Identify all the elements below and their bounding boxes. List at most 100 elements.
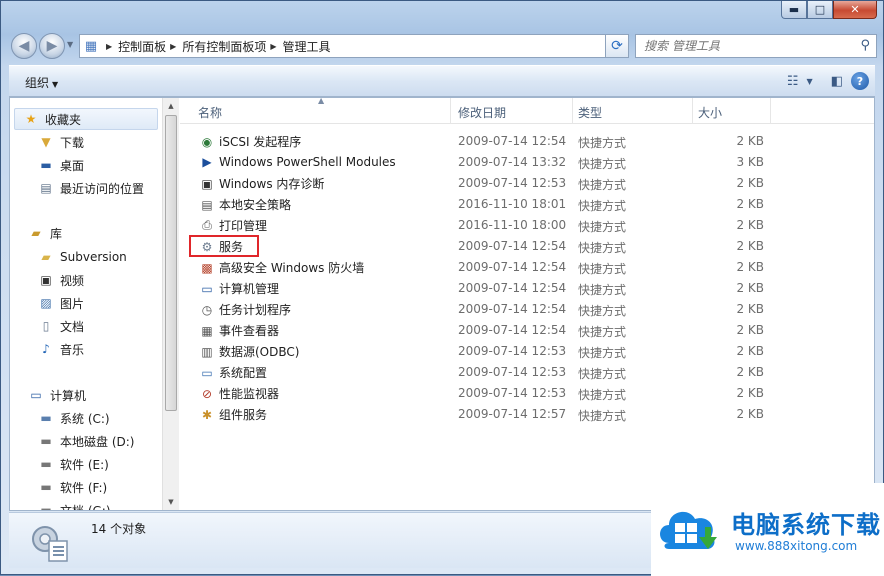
file-size: 2 KB: [736, 407, 764, 421]
search-input[interactable]: [644, 39, 844, 53]
nav-item-drive-c[interactable]: ▬ 系统 (C:): [38, 407, 109, 429]
breadcrumb-separator-icon[interactable]: ▶: [170, 42, 176, 51]
nav-item-drive-f[interactable]: ▬ 软件 (F:): [38, 476, 107, 498]
nav-item-drive-g[interactable]: ▬ 文档 (G:): [38, 499, 110, 510]
minimize-button[interactable]: ▬: [781, 1, 807, 19]
nav-item-drive-d[interactable]: ▬ 本地磁盘 (D:): [38, 430, 134, 452]
print-management-icon: ⎙: [202, 218, 212, 232]
file-name: 任务计划程序: [219, 303, 292, 317]
nav-item-label: 库: [50, 226, 63, 241]
file-date: 2016-11-10 18:01: [458, 197, 567, 211]
file-type: 快捷方式: [578, 388, 627, 402]
back-button[interactable]: ◀: [11, 33, 37, 59]
recent-pages-dropdown[interactable]: ▼: [67, 40, 73, 49]
search-box[interactable]: ⚲: [635, 34, 877, 58]
breadcrumb-separator-icon[interactable]: ▶: [106, 42, 112, 51]
column-name[interactable]: 名称: [198, 104, 222, 121]
column-type[interactable]: 类型: [578, 104, 602, 121]
caption-buttons: ▬ □ ✕: [781, 1, 877, 19]
watermark-url: www.888xitong.com: [735, 539, 858, 553]
refresh-button[interactable]: ⟳: [605, 34, 629, 58]
nav-item-label: 软件 (E:): [60, 457, 109, 472]
picture-icon: ▨: [40, 296, 52, 310]
nav-item-label: 计算机: [50, 388, 87, 403]
computer-management-icon: ▭: [201, 281, 213, 296]
view-dropdown-icon[interactable]: ▼: [807, 77, 813, 86]
iscsi-icon: ◉: [201, 134, 213, 149]
scroll-up-icon[interactable]: ▲: [163, 98, 179, 114]
breadcrumb-item[interactable]: 管理工具: [283, 38, 331, 55]
system-config-icon: ▭: [201, 365, 213, 380]
nav-item-favorites[interactable]: ★ 收藏夹: [14, 108, 158, 130]
scroll-down-icon[interactable]: ▼: [163, 494, 179, 510]
table-row[interactable]: ▭ 计算机管理 2009-07-14 12:54 快捷方式 2 KB: [180, 278, 874, 299]
drive-icon: ▬: [40, 434, 52, 448]
file-name: 事件查看器: [219, 324, 280, 338]
table-row[interactable]: ▣ Windows 内存诊断 2009-07-14 12:53 快捷方式 2 KB: [180, 173, 874, 194]
table-row[interactable]: ▶ Windows PowerShell Modules 2009-07-14 1…: [180, 152, 874, 173]
breadcrumb-item[interactable]: 所有控制面板项: [182, 38, 266, 55]
cloud-logo-icon: [660, 511, 717, 549]
breadcrumb-separator-icon[interactable]: ▶: [270, 42, 276, 51]
desktop-icon: ▬: [40, 158, 52, 172]
nav-item-label: 桌面: [60, 158, 85, 173]
table-row[interactable]: ▭ 系统配置 2009-07-14 12:53 快捷方式 2 KB: [180, 362, 874, 383]
nav-item-computer[interactable]: ▭ 计算机: [28, 384, 86, 406]
forward-button[interactable]: ▶: [39, 33, 65, 59]
file-name: 数据源(ODBC): [219, 345, 300, 359]
document-icon: ▯: [42, 319, 50, 333]
nav-item-videos[interactable]: ▣ 视频: [38, 269, 84, 291]
table-row[interactable]: ⎙ 打印管理 2016-11-10 18:00 快捷方式 2 KB: [180, 215, 874, 236]
table-row[interactable]: ⚙ 服务 2009-07-14 12:54 快捷方式 2 KB: [180, 236, 874, 257]
file-type: 快捷方式: [578, 325, 627, 339]
event-viewer-icon: ▦: [201, 323, 213, 338]
table-row[interactable]: ▦ 事件查看器 2009-07-14 12:54 快捷方式 2 KB: [180, 320, 874, 341]
breadcrumb-item[interactable]: 控制面板: [118, 38, 166, 55]
table-row[interactable]: ⊘ 性能监视器 2009-07-14 12:53 快捷方式 2 KB: [180, 383, 874, 404]
nav-item-documents[interactable]: ▯ 文档: [38, 315, 84, 337]
address-bar[interactable]: ▦ ▶ 控制面板 ▶ 所有控制面板项 ▶ 管理工具 ▼: [79, 34, 627, 58]
explorer-window: ▬ □ ✕ ◀ ▶ ▼ ▦ ▶ 控制面板 ▶ 所有控制面板项 ▶ 管理工具 ▼ …: [0, 0, 884, 576]
search-icon[interactable]: ⚲: [860, 38, 870, 53]
nav-item-drive-e[interactable]: ▬ 软件 (E:): [38, 453, 109, 475]
table-row[interactable]: ✱ 组件服务 2009-07-14 12:57 快捷方式 2 KB: [180, 404, 874, 425]
nav-item-subversion[interactable]: ▰ Subversion: [38, 246, 126, 268]
preview-pane-icon[interactable]: ◧: [831, 74, 843, 89]
close-button[interactable]: ✕: [833, 1, 877, 19]
column-date[interactable]: 修改日期: [458, 104, 506, 121]
table-row[interactable]: ▤ 本地安全策略 2016-11-10 18:01 快捷方式 2 KB: [180, 194, 874, 215]
column-divider[interactable]: [692, 98, 693, 124]
table-row[interactable]: ▩ 高级安全 Windows 防火墙 2009-07-14 12:54 快捷方式 …: [180, 257, 874, 278]
nav-item-desktop[interactable]: ▬ 桌面: [38, 154, 84, 176]
computer-icon: ▭: [30, 388, 42, 402]
file-size: 2 KB: [736, 281, 764, 295]
file-type: 快捷方式: [578, 409, 627, 423]
scrollbar-thumb[interactable]: [165, 115, 177, 411]
nav-item-pictures[interactable]: ▨ 图片: [38, 292, 84, 314]
watermark: 电脑系统下载 www.888xitong.com: [651, 483, 884, 576]
column-divider[interactable]: [770, 98, 771, 124]
help-icon[interactable]: ?: [851, 72, 869, 90]
column-size[interactable]: 大小: [698, 104, 722, 121]
organize-menu-button[interactable]: 组织 ▼: [25, 74, 58, 91]
drive-icon: ▬: [40, 503, 52, 510]
toolbar-right: ☷ ▼ ◧ ?: [787, 72, 869, 90]
table-row[interactable]: ◉ iSCSI 发起程序 2009-07-14 12:54 快捷方式 2 KB: [180, 131, 874, 152]
task-scheduler-icon: ◷: [201, 302, 213, 317]
nav-item-recent[interactable]: ▤ 最近访问的位置: [38, 177, 144, 199]
nav-item-music[interactable]: ♪ 音乐: [38, 338, 84, 360]
file-date: 2009-07-14 12:53: [458, 176, 567, 190]
maximize-button[interactable]: □: [807, 1, 833, 19]
view-options-icon[interactable]: ☷: [787, 74, 799, 89]
watermark-title: 电脑系统下载: [731, 511, 881, 539]
column-divider[interactable]: [572, 98, 573, 124]
file-name: 本地安全策略: [219, 198, 292, 212]
navigation-scrollbar[interactable]: ▲ ▼: [162, 98, 179, 510]
table-row[interactable]: ◷ 任务计划程序 2009-07-14 12:54 快捷方式 2 KB: [180, 299, 874, 320]
column-divider[interactable]: [450, 98, 451, 124]
nav-item-libraries[interactable]: ▰ 库: [28, 222, 62, 244]
security-policy-icon: ▤: [201, 197, 213, 212]
nav-item-downloads[interactable]: ▼ 下载: [38, 131, 84, 153]
file-date: 2009-07-14 13:32: [458, 155, 567, 169]
table-row[interactable]: ▥ 数据源(ODBC) 2009-07-14 12:53 快捷方式 2 KB: [180, 341, 874, 362]
